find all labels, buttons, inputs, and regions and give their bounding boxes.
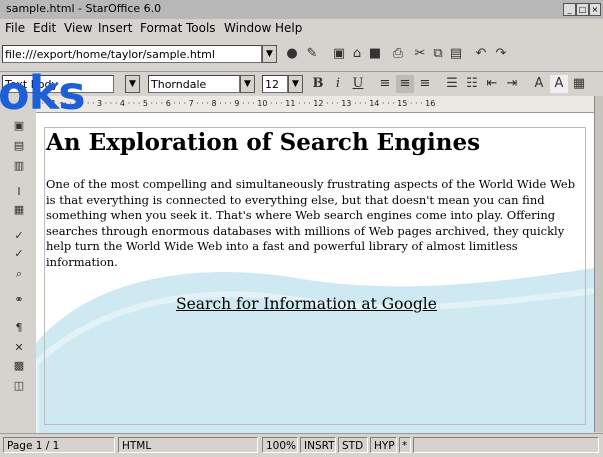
font-dropdown-button[interactable]: ▼ [240, 75, 255, 93]
menu-file[interactable]: File [5, 21, 25, 35]
align-right-icon[interactable]: ≡ [416, 75, 434, 93]
main-toolbar: ▣ ▤ ▥ I ▦ ✓ ✓ ⌕ ⚭ ¶ ✕ ▩ ◫ [0, 96, 37, 432]
vertical-scrollbar[interactable] [594, 96, 603, 432]
align-left-icon[interactable]: ≡ [376, 75, 394, 93]
underline-icon[interactable]: U [349, 75, 367, 93]
online-layout-icon[interactable]: ◫ [11, 378, 27, 394]
document-paragraph: One of the most compelling and simultane… [46, 177, 576, 269]
cut-icon[interactable]: ✂ [411, 45, 429, 63]
menu-format[interactable]: Format [140, 21, 182, 35]
menu-help[interactable]: Help [275, 21, 302, 35]
find-replace-icon[interactable]: ⌕ [11, 266, 27, 282]
new-document-icon[interactable]: ▣ [330, 45, 348, 63]
decrease-indent-icon[interactable]: ⇤ [483, 75, 501, 93]
italic-icon[interactable]: i [329, 75, 347, 93]
numbering-icon[interactable]: ☰ [443, 75, 461, 93]
copy-icon[interactable]: ⧉ [429, 45, 447, 63]
insert-object-icon[interactable]: ▥ [11, 158, 27, 174]
increase-indent-icon[interactable]: ⇥ [503, 75, 521, 93]
maximize-icon[interactable]: □ [576, 3, 589, 16]
save-icon[interactable]: ■ [366, 45, 384, 63]
menu-bar: File Edit View Insert Format Tools Windo… [0, 19, 603, 37]
html-source-icon[interactable]: ▩ [11, 358, 27, 374]
menu-insert[interactable]: Insert [98, 21, 132, 35]
google-search-link[interactable]: Search for Information at Google [176, 295, 437, 313]
redo-icon[interactable]: ↷ [492, 45, 510, 63]
edit-file-icon[interactable]: ✎ [303, 45, 321, 63]
style-dropdown-button[interactable]: ▼ [125, 75, 140, 93]
binoculars-icon[interactable]: ⚭ [11, 292, 27, 308]
status-bar: Page 1 / 1 HTML 100% INSRT STD HYP * [0, 433, 603, 457]
paste-icon[interactable]: ▤ [447, 45, 465, 63]
nonprinting-chars-icon[interactable]: ¶ [11, 320, 27, 336]
font-name-input[interactable]: Thorndale [148, 75, 240, 93]
stop-icon[interactable]: ● [283, 45, 301, 63]
status-selection[interactable]: STD [338, 437, 368, 453]
menu-window[interactable]: Window [224, 21, 271, 35]
bold-icon[interactable]: B [309, 75, 327, 93]
status-insert[interactable]: INSRT [300, 437, 336, 453]
align-center-icon[interactable]: ≡ [396, 75, 414, 93]
status-mode: HTML [118, 437, 258, 453]
insert-icon[interactable]: ▣ [11, 118, 27, 134]
background-color-icon[interactable]: ▦ [570, 75, 588, 93]
ruler-marks: · · · 1 · · · 2 · · · 3 · · · 4 · · · 5 … [36, 99, 436, 108]
highlight-icon[interactable]: A [550, 75, 568, 93]
page-boundary [44, 127, 586, 425]
font-size-input[interactable]: 12 [262, 75, 288, 93]
graphics-off-icon[interactable]: ✕ [11, 340, 27, 356]
overlay-text: oks [0, 66, 86, 120]
insert-fields-icon[interactable]: ▤ [11, 138, 27, 154]
function-toolbar: file:///export/home/taylor/sample.html ▼… [0, 37, 603, 72]
bullets-icon[interactable]: ☷ [463, 75, 481, 93]
print-icon[interactable]: ⎙ [389, 45, 407, 63]
close-icon[interactable]: × [589, 3, 601, 16]
horizontal-ruler[interactable]: · · · 1 · · · 2 · · · 3 · · · 4 · · · 5 … [36, 96, 594, 113]
title-bar: sample.html - StarOffice 6.0 _ □ × [0, 0, 603, 19]
document-heading: An Exploration of Search Engines [46, 129, 481, 156]
formatting-toolbar: Text body ▼ Thorndale ▼ 12 ▼ B i U ≡ ≡ ≡… [0, 72, 603, 96]
font-color-icon[interactable]: A [530, 75, 548, 93]
autospellcheck-icon[interactable]: ✓ [11, 246, 27, 262]
menu-tools[interactable]: Tools [186, 21, 216, 35]
window-title: sample.html - StarOffice 6.0 [6, 2, 162, 15]
status-page: Page 1 / 1 [3, 437, 115, 453]
url-dropdown-button[interactable]: ▼ [262, 45, 277, 63]
status-info [413, 437, 599, 453]
document-area[interactable]: An Exploration of Search Engines One of … [36, 113, 594, 433]
url-input[interactable]: file:///export/home/taylor/sample.html [2, 45, 262, 63]
size-dropdown-button[interactable]: ▼ [288, 75, 303, 93]
text-cursor-icon[interactable]: I [11, 184, 27, 200]
open-folder-icon[interactable]: ⌂ [348, 45, 366, 63]
menu-edit[interactable]: Edit [33, 21, 56, 35]
status-zoom[interactable]: 100% [262, 437, 298, 453]
undo-icon[interactable]: ↶ [472, 45, 490, 63]
spellcheck-icon[interactable]: ✓ [11, 228, 27, 244]
status-hyperlink[interactable]: HYP [370, 437, 397, 453]
form-icon[interactable]: ▦ [11, 202, 27, 218]
status-modified: * [399, 437, 411, 453]
minimize-icon[interactable]: _ [563, 3, 576, 16]
menu-view[interactable]: View [64, 21, 92, 35]
